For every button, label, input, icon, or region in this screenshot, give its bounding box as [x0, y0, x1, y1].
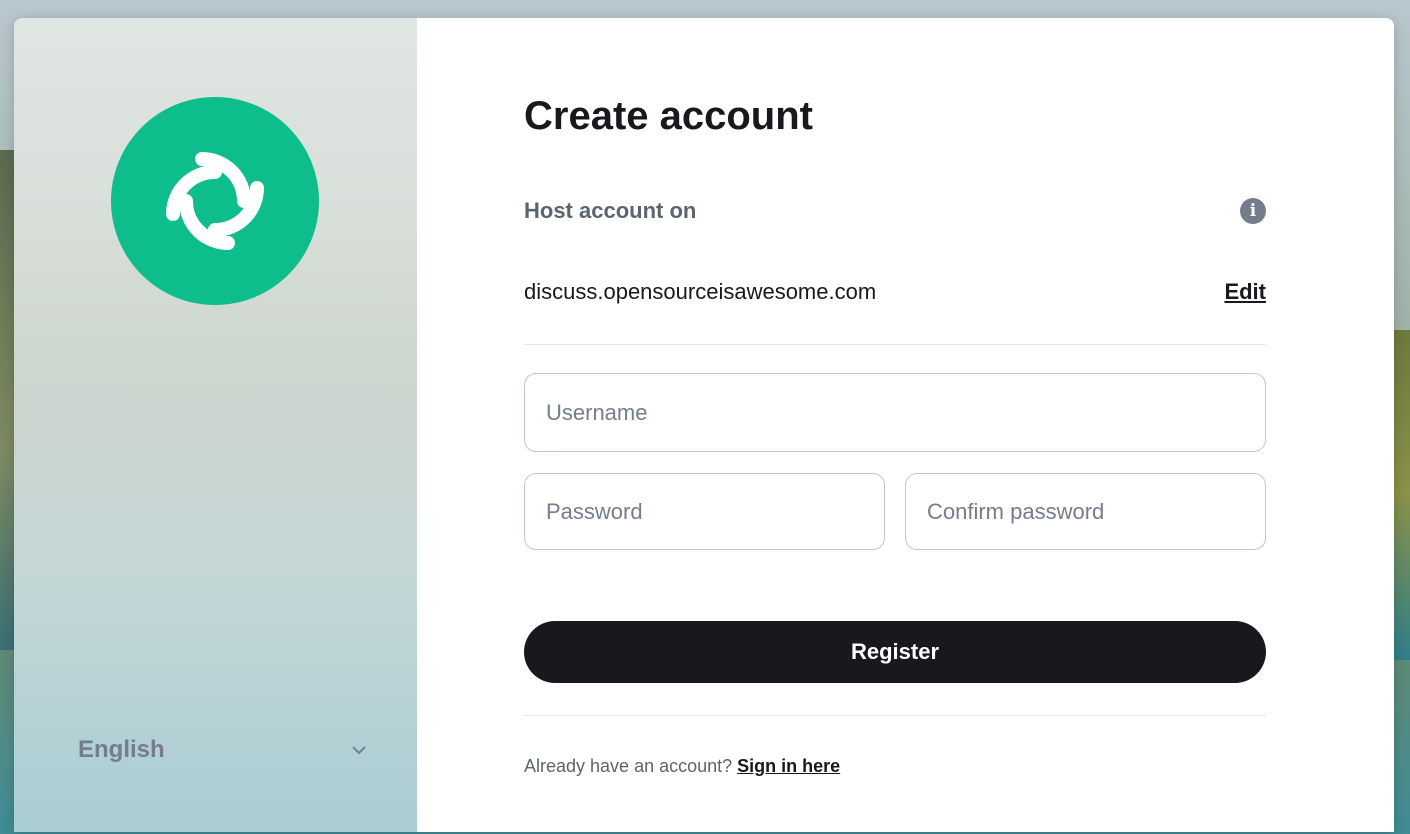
- host-row: Host account on i: [524, 194, 1266, 228]
- confirm-password-field[interactable]: [905, 473, 1266, 550]
- username-field[interactable]: [524, 373, 1266, 452]
- page-title: Create account: [524, 94, 813, 138]
- auth-side-panel: English: [14, 18, 417, 832]
- password-input[interactable]: [546, 498, 884, 525]
- signin-row: Already have an account? Sign in here: [524, 756, 840, 777]
- host-label: Host account on: [524, 198, 697, 223]
- element-logo-icon: [166, 152, 264, 250]
- language-selector[interactable]: English: [78, 732, 368, 768]
- username-input[interactable]: [546, 399, 1265, 426]
- auth-main-panel: Create account Host account on i discuss…: [417, 18, 1394, 832]
- info-icon[interactable]: i: [1240, 198, 1266, 224]
- server-row: discuss.opensourceisawesome.com Edit: [524, 275, 1266, 309]
- edit-server-link[interactable]: Edit: [1224, 279, 1266, 305]
- server-name: discuss.opensourceisawesome.com: [524, 279, 877, 304]
- element-logo: [111, 97, 319, 305]
- divider: [524, 715, 1266, 716]
- chevron-down-icon: [352, 746, 366, 755]
- language-label: English: [78, 736, 165, 763]
- sign-in-link[interactable]: Sign in here: [737, 756, 840, 776]
- confirm-password-input[interactable]: [927, 498, 1265, 525]
- password-field[interactable]: [524, 473, 885, 550]
- already-text: Already have an account?: [524, 756, 738, 776]
- register-button[interactable]: Register: [524, 621, 1266, 683]
- auth-dialog: English Create account Host account on i…: [14, 18, 1394, 832]
- divider: [524, 344, 1266, 345]
